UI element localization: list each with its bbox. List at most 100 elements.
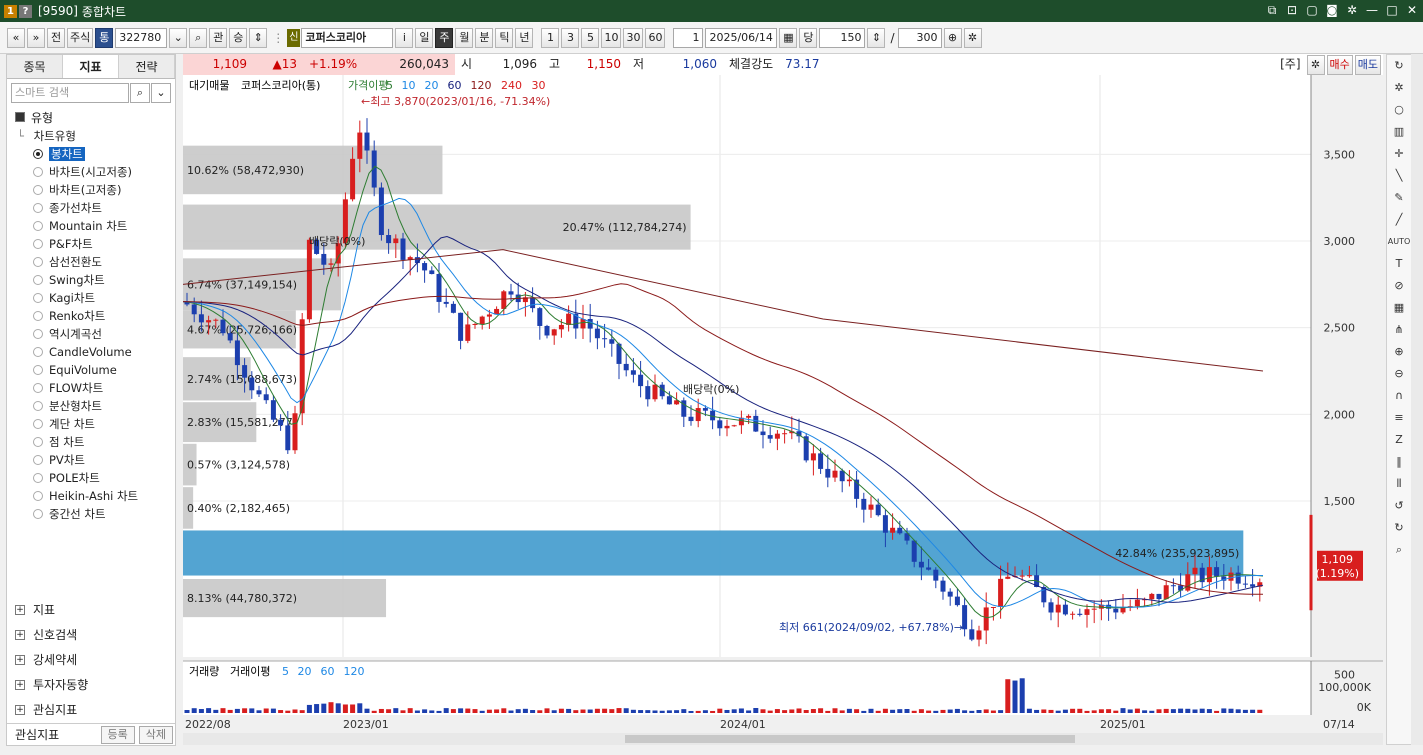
chart-type-item[interactable]: Renko차트 [7, 307, 175, 325]
chart-type-item[interactable]: 점 차트 [7, 433, 175, 451]
radio-icon[interactable] [33, 365, 43, 375]
period-minute[interactable]: 분 [475, 27, 494, 48]
section-type[interactable]: 유형 [7, 107, 175, 127]
section-item[interactable]: + 투자자동향 [7, 672, 175, 697]
link-icon[interactable]: ⊘ [1387, 275, 1411, 297]
section-item[interactable]: + 지표 [7, 597, 175, 622]
interval-60[interactable]: 60 [645, 27, 666, 48]
chart-type-item[interactable]: Heikin-Ashi 차트 [7, 487, 175, 505]
radio-icon[interactable] [33, 455, 43, 465]
ju-label[interactable]: [주] [1274, 54, 1306, 75]
chevron-down-icon[interactable]: ⌄ [151, 83, 171, 103]
trend-line-icon[interactable]: ╱ [1387, 209, 1411, 231]
column-icon[interactable]: ‖ [1387, 451, 1411, 473]
interval-3[interactable]: 3 [561, 27, 580, 48]
radio-icon[interactable] [33, 221, 43, 231]
circle-icon[interactable]: ○ [1387, 99, 1411, 121]
radio-icon[interactable] [33, 167, 43, 177]
count-spinner-icon[interactable]: ⇕ [867, 27, 886, 48]
chart-type-item[interactable]: 중간선 차트 [7, 505, 175, 523]
lock-icon[interactable]: ▢ [1305, 3, 1319, 18]
total-input[interactable]: 300 [897, 27, 942, 48]
tab-stock[interactable]: 종목 [7, 55, 63, 78]
period-tick[interactable]: 틱 [495, 27, 514, 48]
dang-button[interactable]: 당 [799, 27, 818, 48]
radio-icon[interactable] [33, 203, 43, 213]
radio-icon[interactable] [33, 149, 43, 159]
chart-type-item[interactable]: 종가선차트 [7, 199, 175, 217]
gear-icon[interactable]: ✲ [1345, 3, 1359, 18]
fibonacci-icon[interactable]: ≡ [1387, 407, 1411, 429]
fav-delete-button[interactable]: 삭제 [138, 725, 173, 744]
chart-type-item[interactable]: 역시계곡선 [7, 325, 175, 343]
grid-icon[interactable]: ▦ [1387, 297, 1411, 319]
search-tool-icon[interactable]: ⌕ [1387, 539, 1411, 561]
chart-type-item[interactable]: CandleVolume [7, 343, 175, 361]
settings-icon[interactable]: ✲ [963, 27, 982, 48]
quote-settings-icon[interactable]: ✲ [1306, 55, 1325, 75]
settings-icon[interactable]: ✲ [1387, 77, 1411, 99]
pen-icon[interactable]: ✎ [1387, 187, 1411, 209]
radio-icon[interactable] [33, 473, 43, 483]
tree-header[interactable]: └ 차트유형 [7, 127, 175, 145]
sung-button[interactable]: 승 [229, 27, 248, 48]
calendar-icon[interactable]: ▦ [779, 27, 798, 48]
info-button[interactable]: i [395, 27, 414, 48]
zoom-add-icon[interactable]: ⊕ [943, 27, 962, 48]
chart-type-item[interactable]: P&F차트 [7, 235, 175, 253]
fav-add-button[interactable]: 등록 [100, 725, 135, 744]
front-button[interactable]: 전 [47, 27, 65, 48]
radio-icon[interactable] [33, 419, 43, 429]
market-type-button[interactable]: 주식 [67, 27, 94, 48]
zoom-out-icon[interactable]: ⊖ [1387, 363, 1411, 385]
interval-10[interactable]: 10 [601, 27, 622, 48]
close-icon[interactable]: ✕ [1405, 3, 1419, 18]
redo-icon[interactable]: ↻ [1387, 517, 1411, 539]
price-chart-svg[interactable]: 10.62% (58,472,930) 20.47% (112,784,274) 6… [182, 75, 1383, 745]
zoom-in-icon[interactable]: ⊕ [1387, 341, 1411, 363]
bar-chart-icon[interactable]: ▥ [1387, 121, 1411, 143]
minimize-icon[interactable]: — [1365, 3, 1379, 18]
cross-line-icon[interactable]: ✛ [1387, 143, 1411, 165]
spinner-icon[interactable]: ⇕ [249, 27, 268, 48]
expand-icon[interactable]: + [15, 629, 25, 640]
chart-type-item[interactable]: Kagi차트 [7, 289, 175, 307]
tab-strategy[interactable]: 전략 [119, 55, 175, 78]
pin-icon[interactable]: ⊡ [1285, 3, 1299, 18]
section-item[interactable]: + 강세약세 [7, 647, 175, 672]
chart-type-item[interactable]: 바차트(고저종) [7, 181, 175, 199]
auto-icon[interactable]: AUTO [1387, 231, 1411, 253]
text-tool-icon[interactable]: T [1387, 253, 1411, 275]
vertical-scrollbar[interactable] [1411, 54, 1423, 745]
sell-button[interactable]: 매도 [1354, 55, 1381, 75]
capture-icon[interactable]: ◙ [1325, 3, 1339, 18]
expand-icon[interactable]: + [15, 654, 25, 665]
radio-icon[interactable] [33, 383, 43, 393]
expand-icon[interactable]: + [15, 604, 25, 615]
chart-type-item[interactable]: 계단 차트 [7, 415, 175, 433]
next-button[interactable]: » [27, 27, 45, 48]
radio-icon[interactable] [33, 491, 43, 501]
period-month[interactable]: 월 [455, 27, 474, 48]
search-icon[interactable]: ⌕ [130, 83, 150, 103]
tong-button[interactable]: 통 [95, 27, 114, 48]
zigzag-icon[interactable]: Z [1387, 429, 1411, 451]
radio-icon[interactable] [33, 257, 43, 267]
link-icon[interactable]: ⧉ [1265, 3, 1279, 18]
tab-indicator[interactable]: 지표 [63, 55, 119, 78]
radio-icon[interactable] [33, 293, 43, 303]
code-dropdown-icon[interactable]: ⌄ [169, 27, 188, 48]
chart-type-item[interactable]: POLE차트 [7, 469, 175, 487]
radio-icon[interactable] [33, 347, 43, 357]
search-icon[interactable]: ⌕ [189, 27, 208, 48]
prev-button[interactable]: « [7, 27, 25, 48]
chart-type-item[interactable]: 분산형차트 [7, 397, 175, 415]
chart-type-item[interactable]: PV차트 [7, 451, 175, 469]
date-input[interactable]: 2025/06/14 [705, 27, 778, 48]
period-year[interactable]: 년 [515, 27, 534, 48]
radio-icon[interactable] [33, 509, 43, 519]
period-week[interactable]: 주 [435, 27, 454, 48]
section-item[interactable]: + 관심지표 [7, 697, 175, 722]
chart-type-item[interactable]: FLOW차트 [7, 379, 175, 397]
chart-type-item[interactable]: Mountain 차트 [7, 217, 175, 235]
